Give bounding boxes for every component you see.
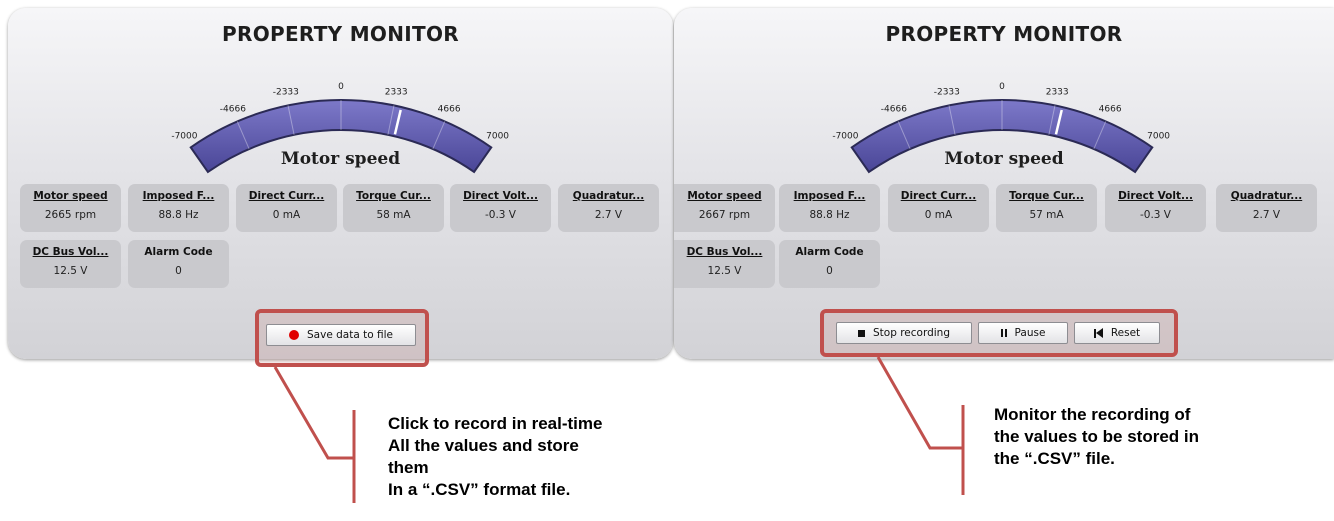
annotation-line: the “.CSV” file.: [994, 449, 1115, 468]
left-callout-connector: [273, 366, 354, 460]
annotation-line: the values to be stored in: [994, 427, 1199, 446]
annotation-line: All the values and store: [388, 436, 579, 455]
annotation-line: them: [388, 458, 429, 477]
annotation-right: Monitor the recording of the values to b…: [994, 404, 1199, 470]
annotation-line: In a “.CSV” format file.: [388, 480, 571, 499]
annotation-line: Monitor the recording of: [994, 405, 1191, 424]
right-callout-connector: [876, 356, 963, 450]
annotation-left: Click to record in real-time All the val…: [388, 413, 602, 501]
annotation-line: Click to record in real-time: [388, 414, 603, 433]
